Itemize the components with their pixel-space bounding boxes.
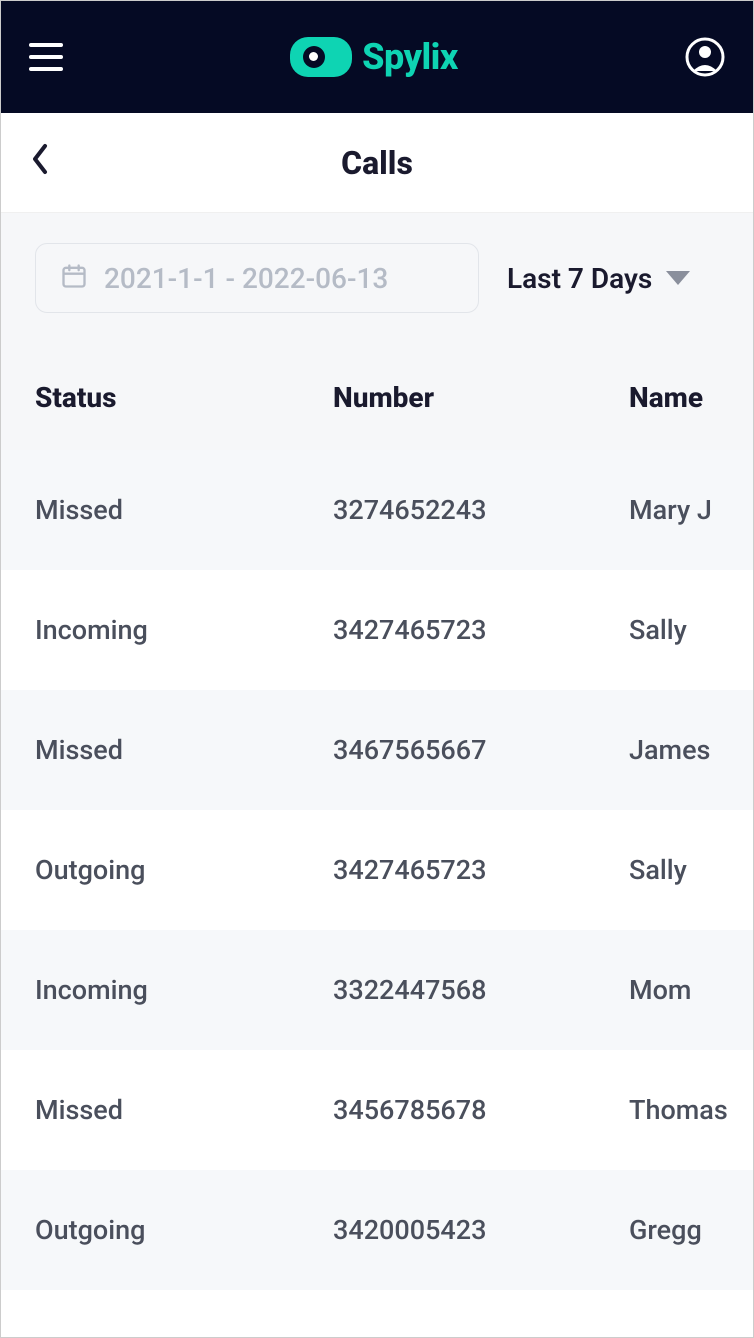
cell-number: 3467565667: [333, 734, 629, 766]
menu-icon[interactable]: [29, 43, 63, 71]
cell-name: Thomas: [629, 1094, 728, 1126]
page-title: Calls: [341, 144, 413, 182]
table-row[interactable]: Incoming3427465723Sally: [1, 570, 753, 690]
table-header: Status Number Name: [1, 345, 753, 450]
cell-status: Incoming: [35, 614, 333, 646]
cell-name: Sally: [629, 854, 719, 886]
cell-status: Missed: [35, 494, 333, 526]
cell-status: Incoming: [35, 974, 333, 1006]
cell-name: Gregg: [629, 1214, 719, 1246]
brand-name: Spylix: [362, 36, 458, 78]
cell-number: 3274652243: [333, 494, 629, 526]
header-number: Number: [333, 381, 629, 414]
user-profile-icon[interactable]: [685, 37, 725, 77]
cell-number: 3456785678: [333, 1094, 629, 1126]
cell-status: Outgoing: [35, 854, 333, 886]
cell-number: 3322447568: [333, 974, 629, 1006]
logo-mark-icon: [290, 37, 352, 77]
date-range-text: 2021-1-1 - 2022-06-13: [104, 262, 388, 295]
table-body: Missed3274652243Mary JIncoming3427465723…: [1, 450, 753, 1290]
header-status: Status: [35, 381, 333, 414]
calendar-icon: [60, 262, 88, 294]
table-row[interactable]: Missed3467565667James: [1, 690, 753, 810]
cell-name: Mary J: [629, 494, 719, 526]
sub-header: Calls: [1, 113, 753, 213]
cell-name: Sally: [629, 614, 719, 646]
range-dropdown[interactable]: Last 7 Days: [507, 262, 690, 295]
brand-logo[interactable]: Spylix: [290, 36, 458, 78]
table-row[interactable]: Missed3274652243Mary J: [1, 450, 753, 570]
cell-name: James: [629, 734, 719, 766]
range-dropdown-label: Last 7 Days: [507, 262, 652, 295]
header-name: Name: [629, 381, 719, 414]
app-header: Spylix: [1, 1, 753, 113]
table-row[interactable]: Missed3456785678Thomas: [1, 1050, 753, 1170]
table-row[interactable]: Outgoing3420005423Gregg: [1, 1170, 753, 1290]
cell-name: Mom: [629, 974, 719, 1006]
cell-status: Missed: [35, 734, 333, 766]
table-row[interactable]: Outgoing3427465723Sally: [1, 810, 753, 930]
table-row[interactable]: Incoming3322447568Mom: [1, 930, 753, 1050]
filter-bar: 2021-1-1 - 2022-06-13 Last 7 Days: [1, 213, 753, 345]
cell-status: Missed: [35, 1094, 333, 1126]
cell-status: Outgoing: [35, 1214, 333, 1246]
date-range-input[interactable]: 2021-1-1 - 2022-06-13: [35, 243, 479, 313]
cell-number: 3420005423: [333, 1214, 629, 1246]
calls-table: Status Number Name Missed3274652243Mary …: [1, 345, 753, 1337]
back-icon[interactable]: [31, 143, 49, 183]
cell-number: 3427465723: [333, 614, 629, 646]
chevron-down-icon: [666, 271, 690, 285]
cell-number: 3427465723: [333, 854, 629, 886]
